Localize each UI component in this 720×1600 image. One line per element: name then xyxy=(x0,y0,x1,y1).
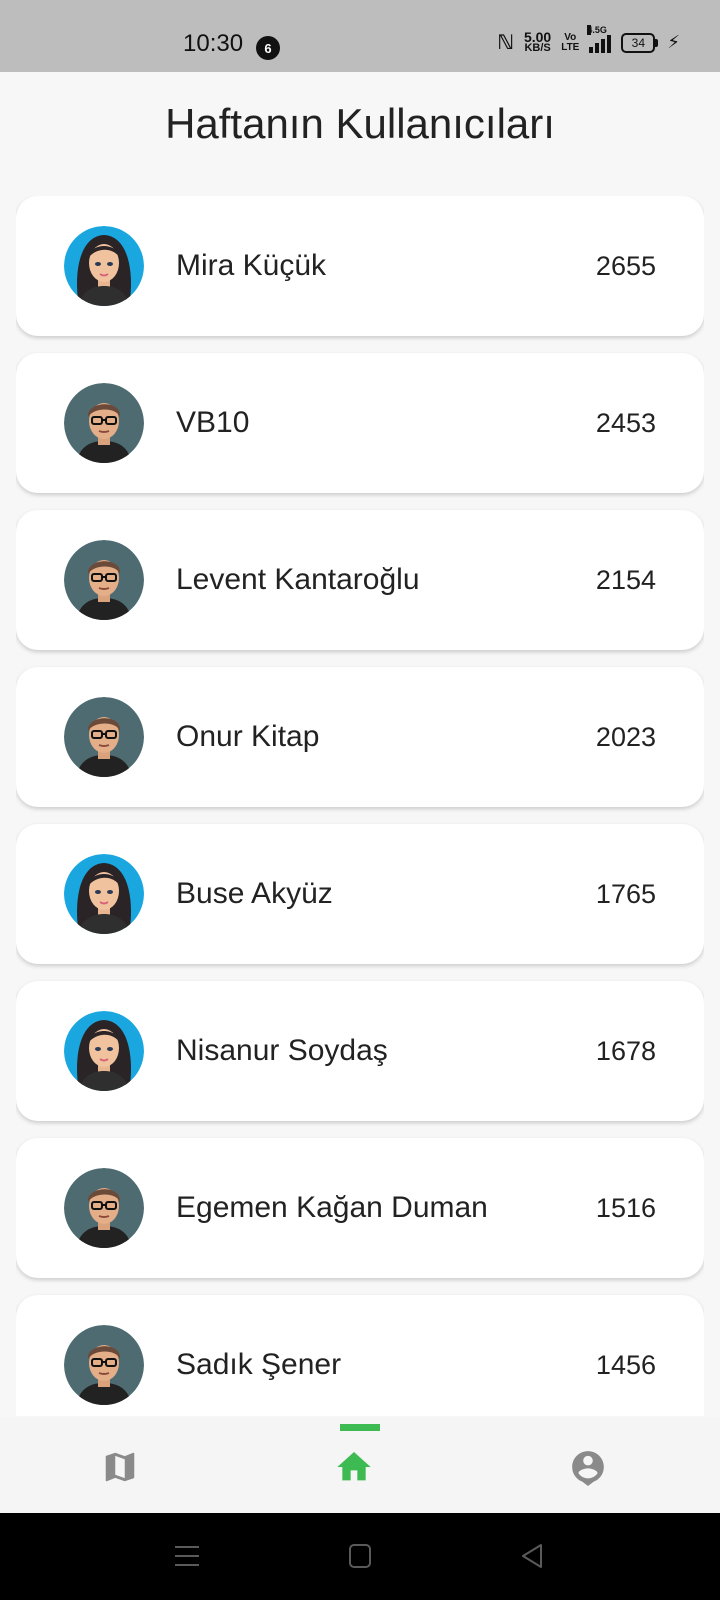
menu-icon xyxy=(175,1546,199,1566)
male-avatar xyxy=(64,1325,144,1405)
home-square-icon xyxy=(349,1544,371,1568)
weekly-users-list: Mira Küçük 2655 VB10 2453 Levent Kantaro… xyxy=(16,196,704,1416)
nfc-icon: ℕ xyxy=(497,32,514,54)
bottom-navigation xyxy=(0,1417,720,1513)
active-tab-indicator xyxy=(340,1424,380,1431)
user-name: Egemen Kağan Duman xyxy=(176,1191,488,1224)
user-score: 2453 xyxy=(595,408,656,438)
user-card[interactable]: Nisanur Soydaş 1678 xyxy=(16,981,704,1121)
volte-line1: Vo xyxy=(564,31,577,43)
user-card[interactable]: Onur Kitap 2023 xyxy=(16,667,704,807)
user-name: Mira Küçük xyxy=(176,249,327,282)
user-name: Buse Akyüz xyxy=(176,877,333,910)
male-avatar xyxy=(64,697,144,777)
signal-icon: 4.5G xyxy=(587,24,612,53)
profile-icon xyxy=(572,1451,604,1486)
user-score: 1516 xyxy=(595,1193,656,1223)
notification-badge: 6 xyxy=(256,36,280,60)
user-name: Sadık Şener xyxy=(176,1348,342,1381)
female-avatar xyxy=(64,854,144,934)
user-score: 1456 xyxy=(595,1350,656,1380)
user-name: Nisanur Soydaş xyxy=(176,1034,388,1067)
nav-map-button[interactable] xyxy=(100,1447,140,1487)
map-icon xyxy=(105,1452,135,1482)
status-time: 10:30 xyxy=(183,30,244,57)
net-speed-unit: KB/S xyxy=(524,41,551,54)
user-score: 2023 xyxy=(595,722,656,752)
male-avatar xyxy=(64,383,144,463)
female-avatar xyxy=(64,226,144,306)
system-home-button[interactable] xyxy=(348,1543,372,1574)
charging-icon: ⚡ xyxy=(667,32,680,52)
female-avatar xyxy=(64,1011,144,1091)
user-name: Levent Kantaroğlu xyxy=(176,563,420,596)
user-card[interactable]: Levent Kantaroğlu 2154 xyxy=(16,510,704,650)
battery-icon: 34 xyxy=(621,32,659,53)
volte-icon: Vo LTE xyxy=(561,31,580,53)
net-speed-value: 5.00 xyxy=(523,28,552,45)
user-card[interactable]: Egemen Kağan Duman 1516 xyxy=(16,1138,704,1278)
battery-level: 34 xyxy=(631,35,646,50)
user-card[interactable]: VB10 2453 xyxy=(16,353,704,493)
user-name: VB10 xyxy=(176,406,250,439)
nav-profile-button[interactable] xyxy=(568,1447,608,1487)
page-title: Haftanın Kullanıcıları xyxy=(165,100,555,147)
user-score: 2154 xyxy=(595,565,656,595)
male-avatar xyxy=(64,540,144,620)
signal-label: 4.5G xyxy=(587,24,607,35)
network-speed: 5.00 KB/S xyxy=(523,28,552,54)
recent-apps-button[interactable] xyxy=(174,1543,200,1574)
user-score: 1678 xyxy=(595,1036,656,1066)
home-icon xyxy=(337,1452,371,1481)
user-card[interactable]: Buse Akyüz 1765 xyxy=(16,824,704,964)
user-name: Onur Kitap xyxy=(176,720,320,753)
nav-home-button[interactable] xyxy=(334,1447,374,1487)
male-avatar xyxy=(64,1168,144,1248)
back-triangle-icon xyxy=(522,1544,542,1568)
status-icons: ℕ 5.00 KB/S Vo LTE 4.5G 34 ⚡ xyxy=(497,24,680,55)
user-score: 2655 xyxy=(595,251,656,281)
status-bar: 10:30 6 ℕ 5.00 KB/S Vo LTE 4.5G 34 ⚡ xyxy=(0,0,720,72)
user-score: 1765 xyxy=(595,879,656,909)
user-card[interactable]: Mira Küçük 2655 xyxy=(16,196,704,336)
system-back-button[interactable] xyxy=(520,1543,544,1574)
user-card[interactable]: Sadık Şener 1456 xyxy=(16,1295,704,1416)
system-navigation-bar xyxy=(0,1513,720,1600)
volte-line2: LTE xyxy=(561,41,580,53)
